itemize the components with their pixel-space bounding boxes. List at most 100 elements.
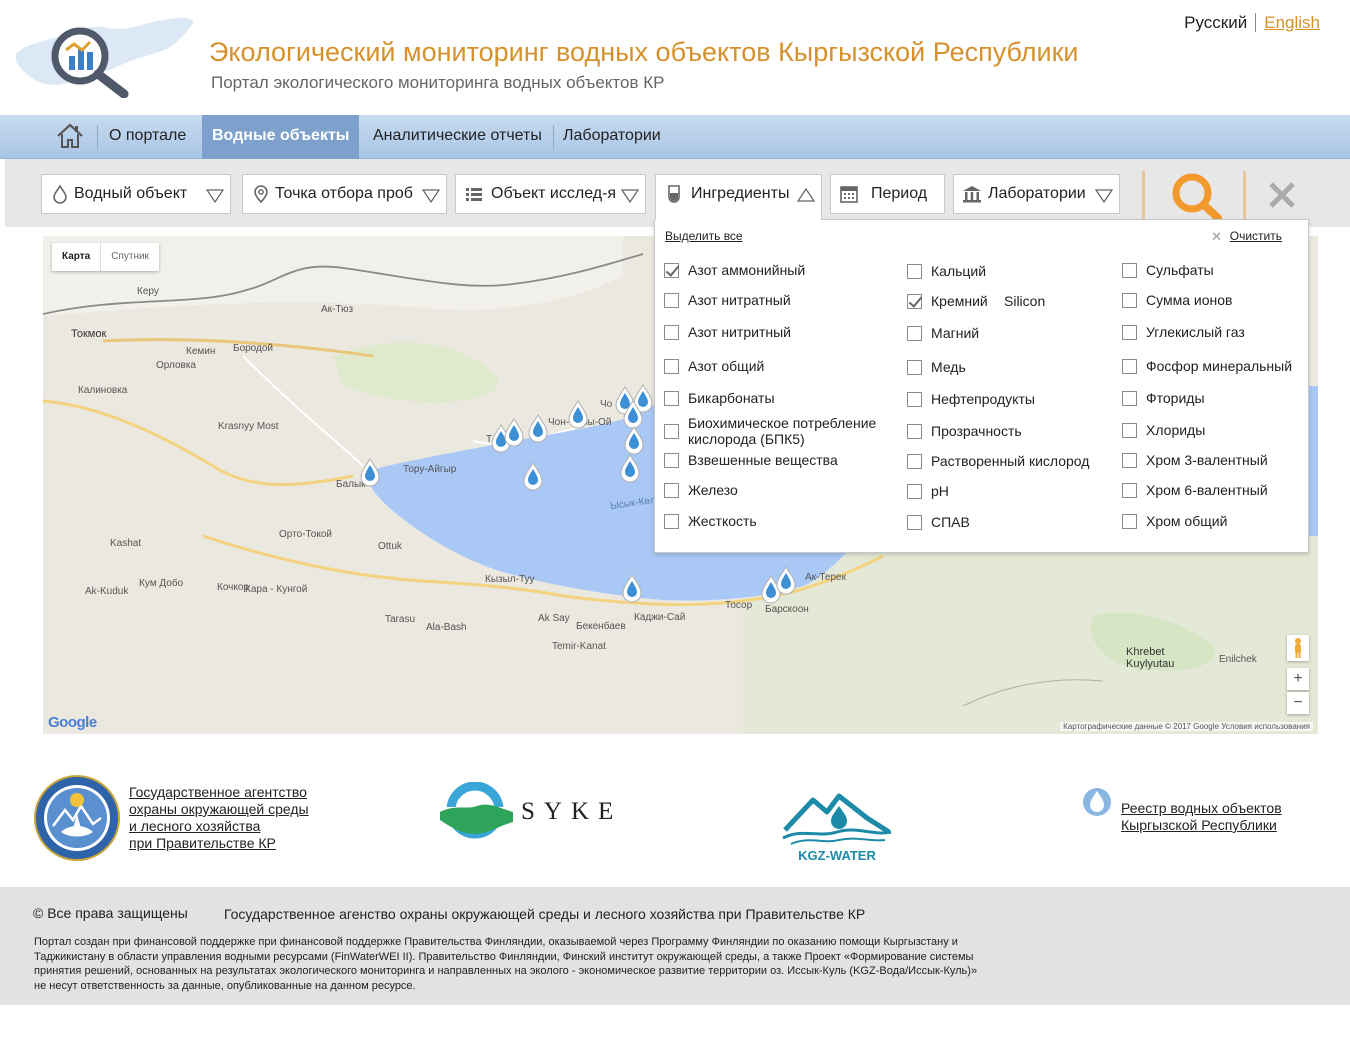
map-place-label: Ak Say: [538, 613, 570, 624]
checkbox[interactable]: [664, 424, 679, 439]
ingredient-label: pH: [931, 483, 949, 499]
checkbox[interactable]: [1122, 293, 1137, 308]
checkbox[interactable]: [1122, 359, 1137, 374]
water-drop-marker[interactable]: [775, 566, 797, 596]
ingredient-label: Углекислый газ: [1146, 324, 1245, 340]
laboratories-filter[interactable]: Лаборатории: [953, 174, 1120, 214]
zoom-in-button[interactable]: +: [1287, 668, 1309, 690]
agency-line: охраны окружающей среды: [129, 801, 309, 817]
close-icon[interactable]: [1267, 180, 1297, 210]
checkbox[interactable]: [1122, 483, 1137, 498]
checkbox[interactable]: [1122, 514, 1137, 529]
checkbox[interactable]: [1122, 423, 1137, 438]
map-type-map[interactable]: Карта: [52, 243, 100, 271]
nav-item-about[interactable]: О портале: [109, 115, 186, 159]
triangle-up-icon: [797, 187, 815, 202]
water-drop-marker[interactable]: [359, 458, 381, 488]
checkbox[interactable]: [664, 453, 679, 468]
flask-icon: [668, 185, 680, 203]
ingredient-label: Азот аммонийный: [688, 262, 806, 278]
ingredients-label: Ингредиенты: [691, 185, 790, 202]
checkbox[interactable]: [907, 424, 922, 439]
ingredient-extra-label: Silicon: [1004, 293, 1046, 309]
map-place-label: Кызыл-Туу: [485, 574, 535, 585]
partners-section: Государственное агентство охраны окружаю…: [0, 770, 1350, 886]
checkbox[interactable]: [1122, 263, 1137, 278]
map-place-label: Бородой: [233, 343, 274, 354]
checkbox[interactable]: [907, 360, 922, 375]
checkbox[interactable]: [664, 514, 679, 529]
water-drop-marker[interactable]: [527, 414, 549, 444]
footer-agency-text: Государственное агенство охраны окружающ…: [224, 906, 866, 922]
street-view-pegman[interactable]: [1287, 635, 1309, 661]
toolbar-separator: [1142, 171, 1145, 221]
ingredient-label: Прозрачность: [931, 423, 1022, 439]
kgz-water-logo[interactable]: KGZ-WATER: [777, 780, 897, 865]
water-drop-marker[interactable]: [623, 426, 645, 456]
map-place-label: Каджи-Сай: [634, 612, 686, 623]
checkbox[interactable]: [907, 326, 922, 341]
select-all-link[interactable]: Выделить все: [665, 229, 743, 243]
triangle-down-icon: [422, 189, 440, 204]
checkbox[interactable]: [907, 515, 922, 530]
water-object-filter[interactable]: Водный объект: [41, 174, 231, 214]
water-registry-link[interactable]: Реестр водных объектов Кыргызской Респуб…: [1121, 800, 1282, 834]
kyrgyz-emblem-logo[interactable]: [33, 774, 121, 862]
language-en-link[interactable]: English: [1256, 13, 1320, 32]
filter-bar: Водный объект Точка отбора проб Объект и…: [5, 159, 1350, 227]
checkbox[interactable]: [907, 454, 922, 469]
ingredient-label: Жесткость: [688, 513, 757, 529]
sampling-point-filter[interactable]: Точка отбора проб: [242, 174, 447, 214]
ingredient-label: Хром общий: [1146, 513, 1228, 529]
map-place-label: Ак-Тюз: [321, 304, 354, 315]
registry-line: Реестр водных объектов: [1121, 800, 1282, 816]
water-drop-marker[interactable]: [619, 454, 641, 484]
ingredient-label: Бикарбонаты: [688, 390, 775, 406]
ingredient-label: Магний: [931, 325, 980, 341]
checkbox[interactable]: [664, 293, 679, 308]
nav-item-water-objects[interactable]: Водные объекты: [202, 115, 360, 159]
checkbox[interactable]: [1122, 325, 1137, 340]
nav-item-reports[interactable]: Аналитические отчеты: [373, 115, 542, 159]
checkbox[interactable]: [907, 392, 922, 407]
zoom-out-button[interactable]: −: [1287, 692, 1309, 714]
ingredients-dropdown: Выделить все ✕ Очистить Азот аммонийный А…: [654, 219, 1309, 553]
checkbox-checked[interactable]: [664, 263, 679, 278]
syke-logo[interactable]: SYKE: [437, 782, 637, 842]
checkbox[interactable]: [664, 359, 679, 374]
water-drop-marker[interactable]: [567, 400, 589, 430]
checkbox[interactable]: [1122, 453, 1137, 468]
map-attribution[interactable]: Картографические данные © 2017 Google Ус…: [1060, 722, 1313, 731]
checkbox[interactable]: [664, 391, 679, 406]
ingredients-filter[interactable]: Ингредиенты: [655, 174, 822, 220]
water-drop-icon[interactable]: [1082, 785, 1112, 819]
home-icon[interactable]: [55, 121, 85, 151]
checkbox-checked[interactable]: [907, 294, 922, 309]
checkbox[interactable]: [1122, 391, 1137, 406]
agency-link[interactable]: Государственное агентство охраны окружаю…: [129, 784, 309, 852]
ingredient-label: Хлориды: [1146, 422, 1206, 438]
water-drop-marker[interactable]: [621, 574, 643, 604]
research-object-label: Объект исслед-я: [491, 185, 617, 202]
calendar-icon: [840, 186, 858, 203]
nav-item-laboratories[interactable]: Лаборатории: [563, 115, 661, 159]
clear-icon[interactable]: ✕: [1211, 229, 1222, 245]
period-label: Период: [871, 185, 928, 202]
clear-link[interactable]: Очистить: [1230, 229, 1282, 243]
footer: © Все права защищены Государственное аге…: [0, 887, 1350, 1005]
water-drop-marker[interactable]: [522, 462, 544, 492]
checkbox[interactable]: [664, 325, 679, 340]
checkbox[interactable]: [907, 484, 922, 499]
checkbox[interactable]: [907, 264, 922, 279]
period-filter[interactable]: Период: [830, 174, 945, 214]
language-ru-link[interactable]: Русский: [1184, 13, 1257, 32]
magnifier-chart-icon[interactable]: [14, 14, 196, 98]
ingredient-label: Сульфаты: [1146, 262, 1214, 278]
research-object-filter[interactable]: Объект исслед-я: [455, 174, 646, 214]
map-place-label: Токмок: [71, 328, 107, 340]
checkbox[interactable]: [664, 483, 679, 498]
map-type-satellite[interactable]: Спутник: [100, 243, 159, 271]
map-type-toggle[interactable]: Карта Спутник: [52, 243, 159, 271]
search-icon[interactable]: [1168, 171, 1224, 223]
water-drop-marker[interactable]: [503, 418, 525, 448]
